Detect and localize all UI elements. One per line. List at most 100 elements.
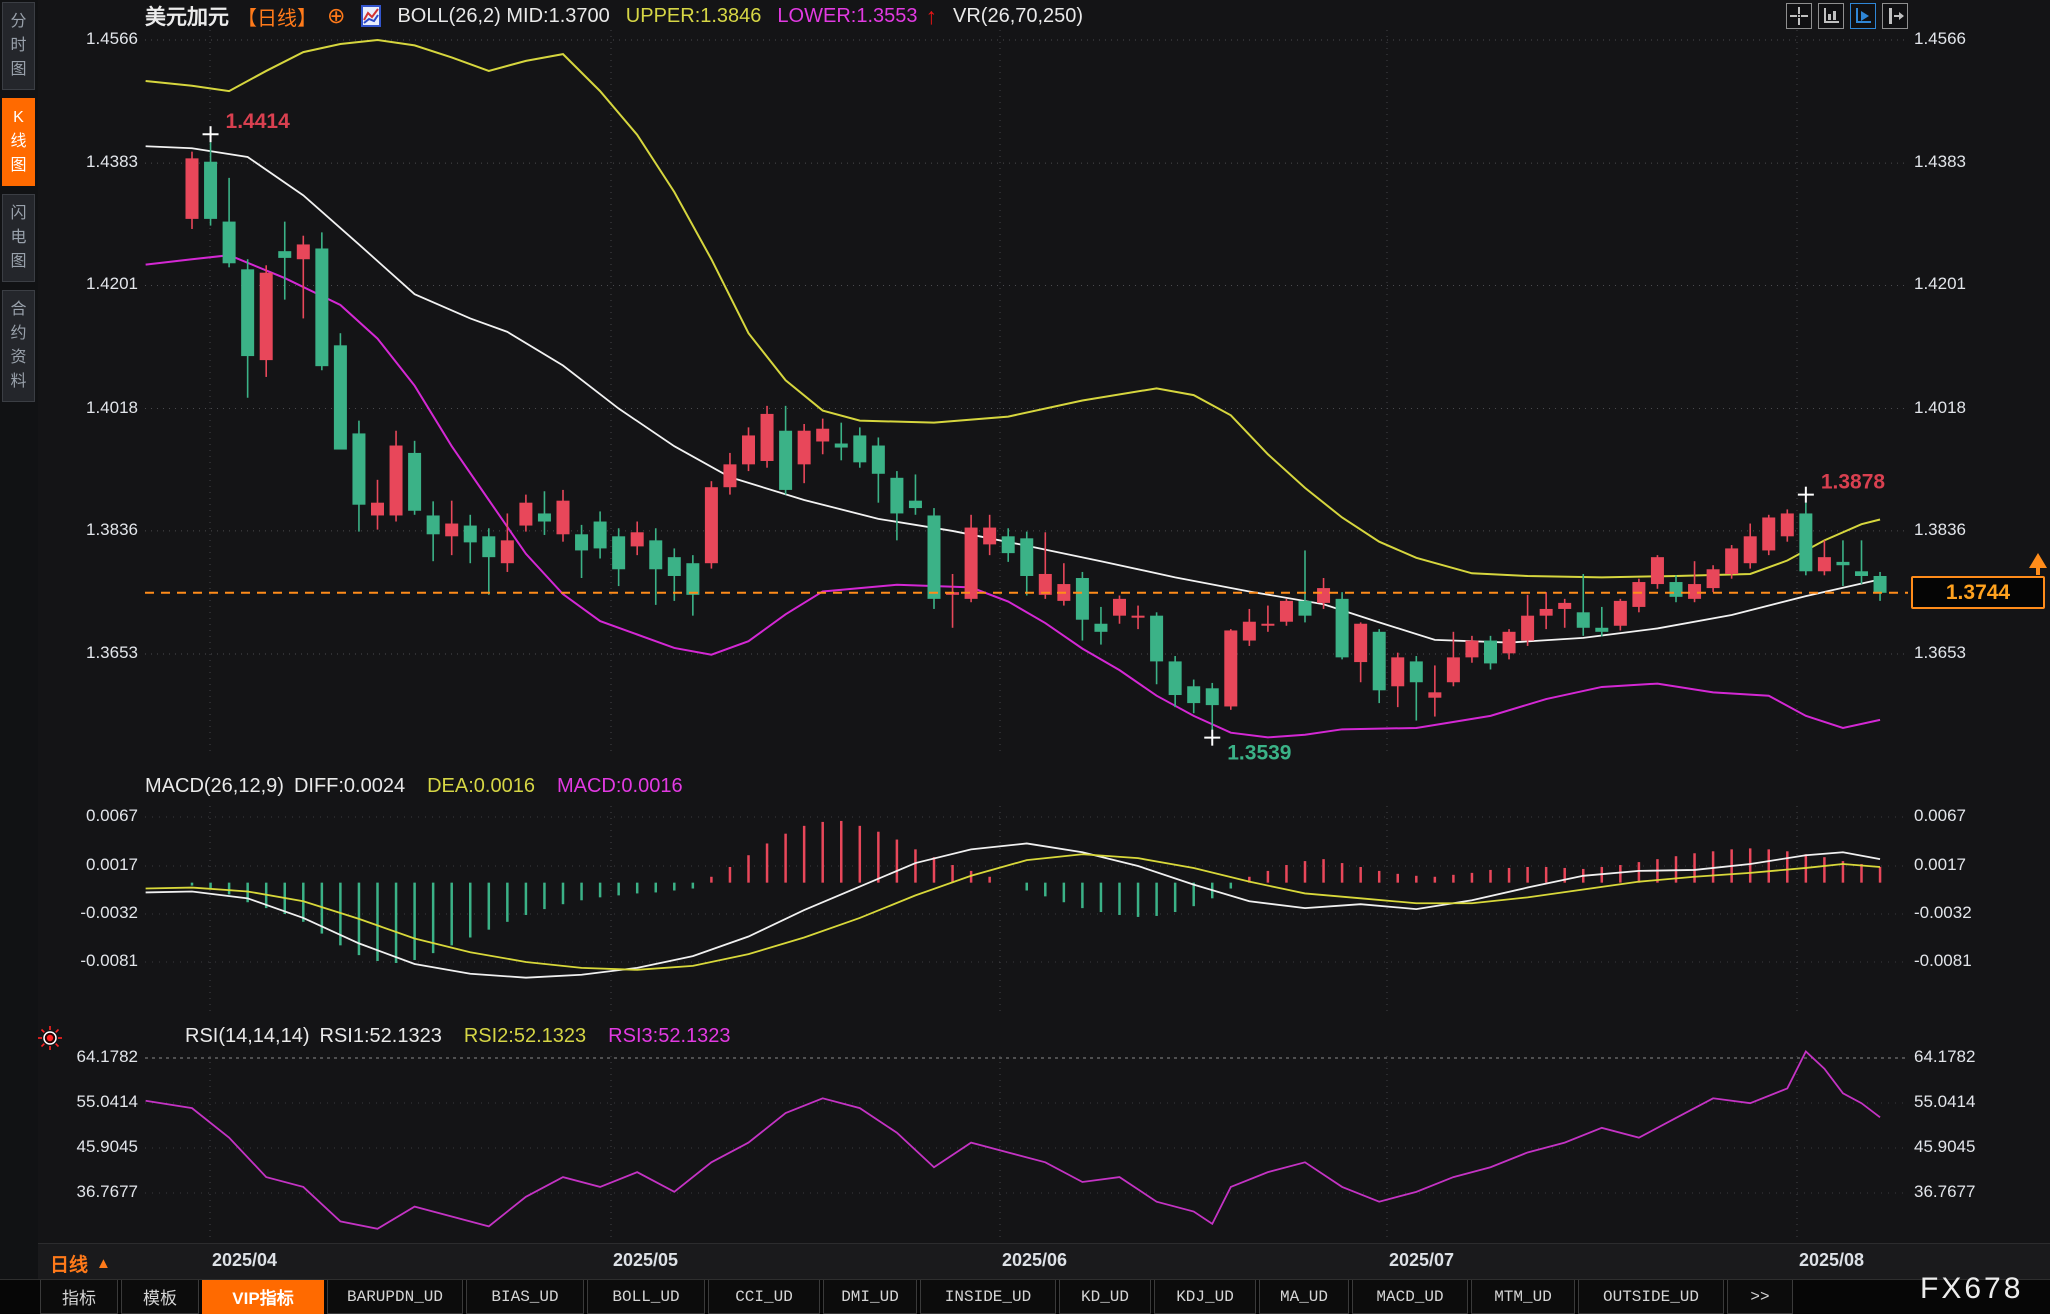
macd-tick-right: 0.0017 — [1914, 855, 2024, 875]
candle-body — [204, 162, 217, 219]
sidebar-item-闪电图[interactable]: 闪电图 — [2, 194, 35, 282]
axis-scale-icon[interactable] — [1818, 3, 1844, 29]
candle-body — [686, 563, 699, 595]
snap-right-icon[interactable] — [1882, 3, 1908, 29]
chart-canvas[interactable]: 1.44141.38781.3539 — [0, 0, 2050, 1314]
candle-body — [1670, 582, 1683, 597]
candle-body — [1224, 630, 1237, 706]
macd-tick-left: 0.0067 — [38, 806, 138, 826]
macd-title: MACD(26,12,9) — [145, 775, 284, 798]
price-tick-left: 1.3836 — [38, 520, 138, 540]
toolbar-tab->>[interactable]: >> — [1727, 1280, 1793, 1314]
candle-body — [742, 435, 755, 464]
chart-toolbar-icons — [1786, 3, 1908, 29]
candle-body — [1039, 574, 1052, 595]
candle-body — [1855, 571, 1868, 576]
toolbar-tab-KDJ_UD[interactable]: KDJ_UD — [1154, 1280, 1256, 1314]
rsi-header: RSI(14,14,14) RSI1:52.1323 RSI2:52.1323 … — [185, 1025, 731, 1048]
candle-body — [594, 522, 607, 549]
boll-upper-label: UPPER:1.3846 — [626, 5, 762, 28]
candle-body — [334, 345, 347, 449]
toolbar-tab-指标[interactable]: 指标 — [40, 1280, 118, 1314]
toolbar-tab-INSIDE_UD[interactable]: INSIDE_UD — [920, 1280, 1056, 1314]
candle-body — [241, 269, 254, 356]
sidebar-item-K线图[interactable]: K线图 — [2, 98, 35, 186]
toolbar-tab-BIAS_UD[interactable]: BIAS_UD — [466, 1280, 584, 1314]
date-label-2025/04: 2025/04 — [212, 1250, 277, 1271]
candle-body — [909, 501, 922, 508]
candle-body — [798, 431, 811, 465]
toolbar-tab-MA_UD[interactable]: MA_UD — [1259, 1280, 1349, 1314]
boll-upper-line — [146, 40, 1880, 577]
up-arrow-icon: ↑ — [926, 6, 938, 26]
period-selector[interactable]: 日线 ▲ — [50, 1250, 111, 1277]
sidebar-item-分时图[interactable]: 分时图 — [2, 2, 35, 90]
play-chart-icon[interactable] — [1850, 3, 1876, 29]
candle-body — [1113, 599, 1126, 616]
macd-tick-left: -0.0032 — [38, 903, 138, 923]
candle-body — [1094, 624, 1107, 632]
date-label-2025/07: 2025/07 — [1389, 1250, 1454, 1271]
candle-body — [1076, 578, 1089, 620]
candle-body — [1410, 661, 1423, 682]
candle-body — [1595, 628, 1608, 632]
price-tick-left: 1.4383 — [38, 152, 138, 172]
candle-body — [983, 528, 996, 545]
candle-body — [1206, 688, 1219, 705]
swing-label-1.4414: 1.4414 — [226, 110, 291, 133]
rsi3-value: RSI3:52.1323 — [608, 1025, 730, 1048]
macd-tick-left: -0.0081 — [38, 951, 138, 971]
toolbar-tab-DMI_UD[interactable]: DMI_UD — [823, 1280, 917, 1314]
period-selector-arrow-icon: ▲ — [96, 1255, 111, 1272]
price-tick-left: 1.3653 — [38, 643, 138, 663]
candle-body — [1002, 536, 1015, 553]
candle-body — [1391, 657, 1404, 686]
toolbar-tab-KD_UD[interactable]: KD_UD — [1059, 1280, 1151, 1314]
alert-icon[interactable] — [38, 1026, 62, 1050]
candle-body — [1558, 603, 1571, 609]
toolbar-tab-BARUPDN_UD[interactable]: BARUPDN_UD — [327, 1280, 463, 1314]
candle-body — [1799, 513, 1812, 571]
crosshair-icon[interactable] — [1786, 3, 1812, 29]
candle-body — [297, 244, 310, 259]
rsi-line — [146, 1051, 1880, 1228]
price-tick-left: 1.4566 — [38, 29, 138, 49]
candle-body — [538, 513, 551, 521]
date-label-2025/05: 2025/05 — [613, 1250, 678, 1271]
kline-chart-icon[interactable] — [361, 4, 381, 28]
candle-body — [668, 557, 681, 576]
toolbar-tab-VIP指标[interactable]: VIP指标 — [202, 1280, 324, 1314]
candle-body — [835, 444, 848, 448]
sidebar-item-合约资料[interactable]: 合约资料 — [2, 290, 35, 402]
toolbar-tab-OUTSIDE_UD[interactable]: OUTSIDE_UD — [1578, 1280, 1724, 1314]
price-tick-right: 1.3653 — [1914, 643, 2024, 663]
date-label-2025/06: 2025/06 — [1002, 1250, 1067, 1271]
period-tag[interactable]: 【日线】 — [237, 2, 317, 31]
toolbar-tab-MTM_UD[interactable]: MTM_UD — [1471, 1280, 1575, 1314]
toolbar-tab-CCI_UD[interactable]: CCI_UD — [708, 1280, 820, 1314]
rsi1-value: RSI1:52.1323 — [320, 1025, 442, 1048]
circle-plus-icon[interactable]: ⊕ — [327, 3, 345, 29]
candle-body — [1577, 612, 1590, 627]
candle-body — [1762, 517, 1775, 550]
candle-body — [352, 433, 365, 504]
candle-body — [186, 158, 199, 219]
candle-body — [260, 273, 273, 360]
last-price-value: 1.3744 — [1946, 581, 2010, 605]
candle-body — [408, 453, 421, 511]
toolbar-tab-模板[interactable]: 模板 — [121, 1280, 199, 1314]
macd-diff-value: DIFF:0.0024 — [294, 775, 405, 798]
toolbar-tab-BOLL_UD[interactable]: BOLL_UD — [587, 1280, 705, 1314]
candle-body — [501, 540, 514, 563]
price-tick-right: 1.4018 — [1914, 398, 2024, 418]
rsi-tick-left: 36.7677 — [38, 1182, 138, 1202]
toolbar-tab-MACD_UD[interactable]: MACD_UD — [1352, 1280, 1468, 1314]
candle-body — [705, 487, 718, 563]
candle-body — [853, 435, 866, 462]
candle-body — [1187, 686, 1200, 703]
candle-body — [1781, 513, 1794, 536]
macd-tick-right: -0.0081 — [1914, 951, 2024, 971]
price-tick-right: 1.4201 — [1914, 274, 2024, 294]
candle-body — [278, 251, 291, 258]
last-price-box[interactable]: 1.3744 — [1911, 576, 2045, 609]
